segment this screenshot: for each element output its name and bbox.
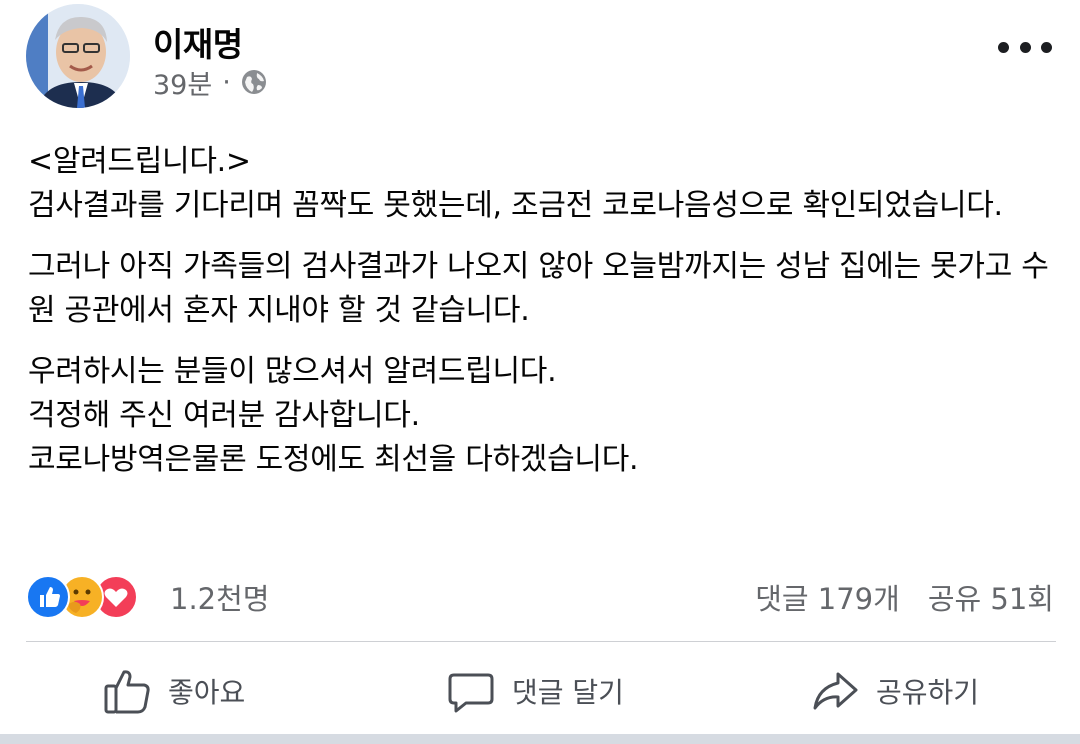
meta-separator: · bbox=[222, 66, 231, 98]
avatar-image bbox=[26, 4, 130, 108]
avatar[interactable] bbox=[26, 4, 130, 108]
action-bar: 좋아요 댓글 달기 공유하기 bbox=[0, 650, 1080, 730]
post-stats: 1.2천명 댓글 179개 공유 51회 bbox=[0, 572, 1080, 620]
post-paragraph: <알려드립니다.> 검사결과를 기다리며 꼼짝도 못했는데, 조금전 코로나음성… bbox=[28, 144, 1003, 223]
comment-label: 댓글 달기 bbox=[512, 676, 624, 709]
share-count[interactable]: 공유 51회 bbox=[928, 576, 1054, 618]
post-time[interactable]: 39분 bbox=[153, 63, 212, 102]
post-paragraph: 우려하시는 분들이 많으셔서 알려드립니다. 걱정해 주신 여러분 감사합니다.… bbox=[28, 354, 639, 477]
engagement-counts: 댓글 179개 공유 51회 bbox=[755, 576, 1054, 618]
post-body: <알려드립니다.> 검사결과를 기다리며 꼼짝도 못했는데, 조금전 코로나음성… bbox=[28, 140, 1058, 499]
post-paragraph: 그러나 아직 가족들의 검사결과가 나오지 않아 오늘밤까지는 성남 집에는 못… bbox=[28, 249, 1049, 328]
more-icon[interactable] bbox=[998, 30, 1052, 64]
post-meta: 39분 · bbox=[153, 63, 267, 102]
like-label: 좋아요 bbox=[168, 676, 246, 709]
post-header: 이재명 39분 · bbox=[0, 0, 1080, 120]
share-icon bbox=[813, 672, 858, 710]
share-label: 공유하기 bbox=[876, 676, 980, 709]
author-name[interactable]: 이재명 bbox=[153, 18, 243, 66]
divider bbox=[26, 641, 1056, 642]
reaction-icons[interactable] bbox=[26, 575, 156, 619]
thumbs-up-icon bbox=[104, 670, 150, 714]
reaction-count[interactable]: 1.2천명 bbox=[170, 576, 269, 618]
globe-icon bbox=[241, 69, 267, 95]
comment-button[interactable]: 댓글 달기 bbox=[446, 666, 624, 716]
bottom-separator bbox=[0, 734, 1080, 744]
like-icon bbox=[26, 575, 70, 619]
share-button[interactable]: 공유하기 bbox=[810, 666, 979, 716]
comment-count[interactable]: 댓글 179개 bbox=[755, 576, 900, 618]
like-button[interactable]: 좋아요 bbox=[102, 666, 245, 716]
comment-icon bbox=[448, 673, 494, 713]
